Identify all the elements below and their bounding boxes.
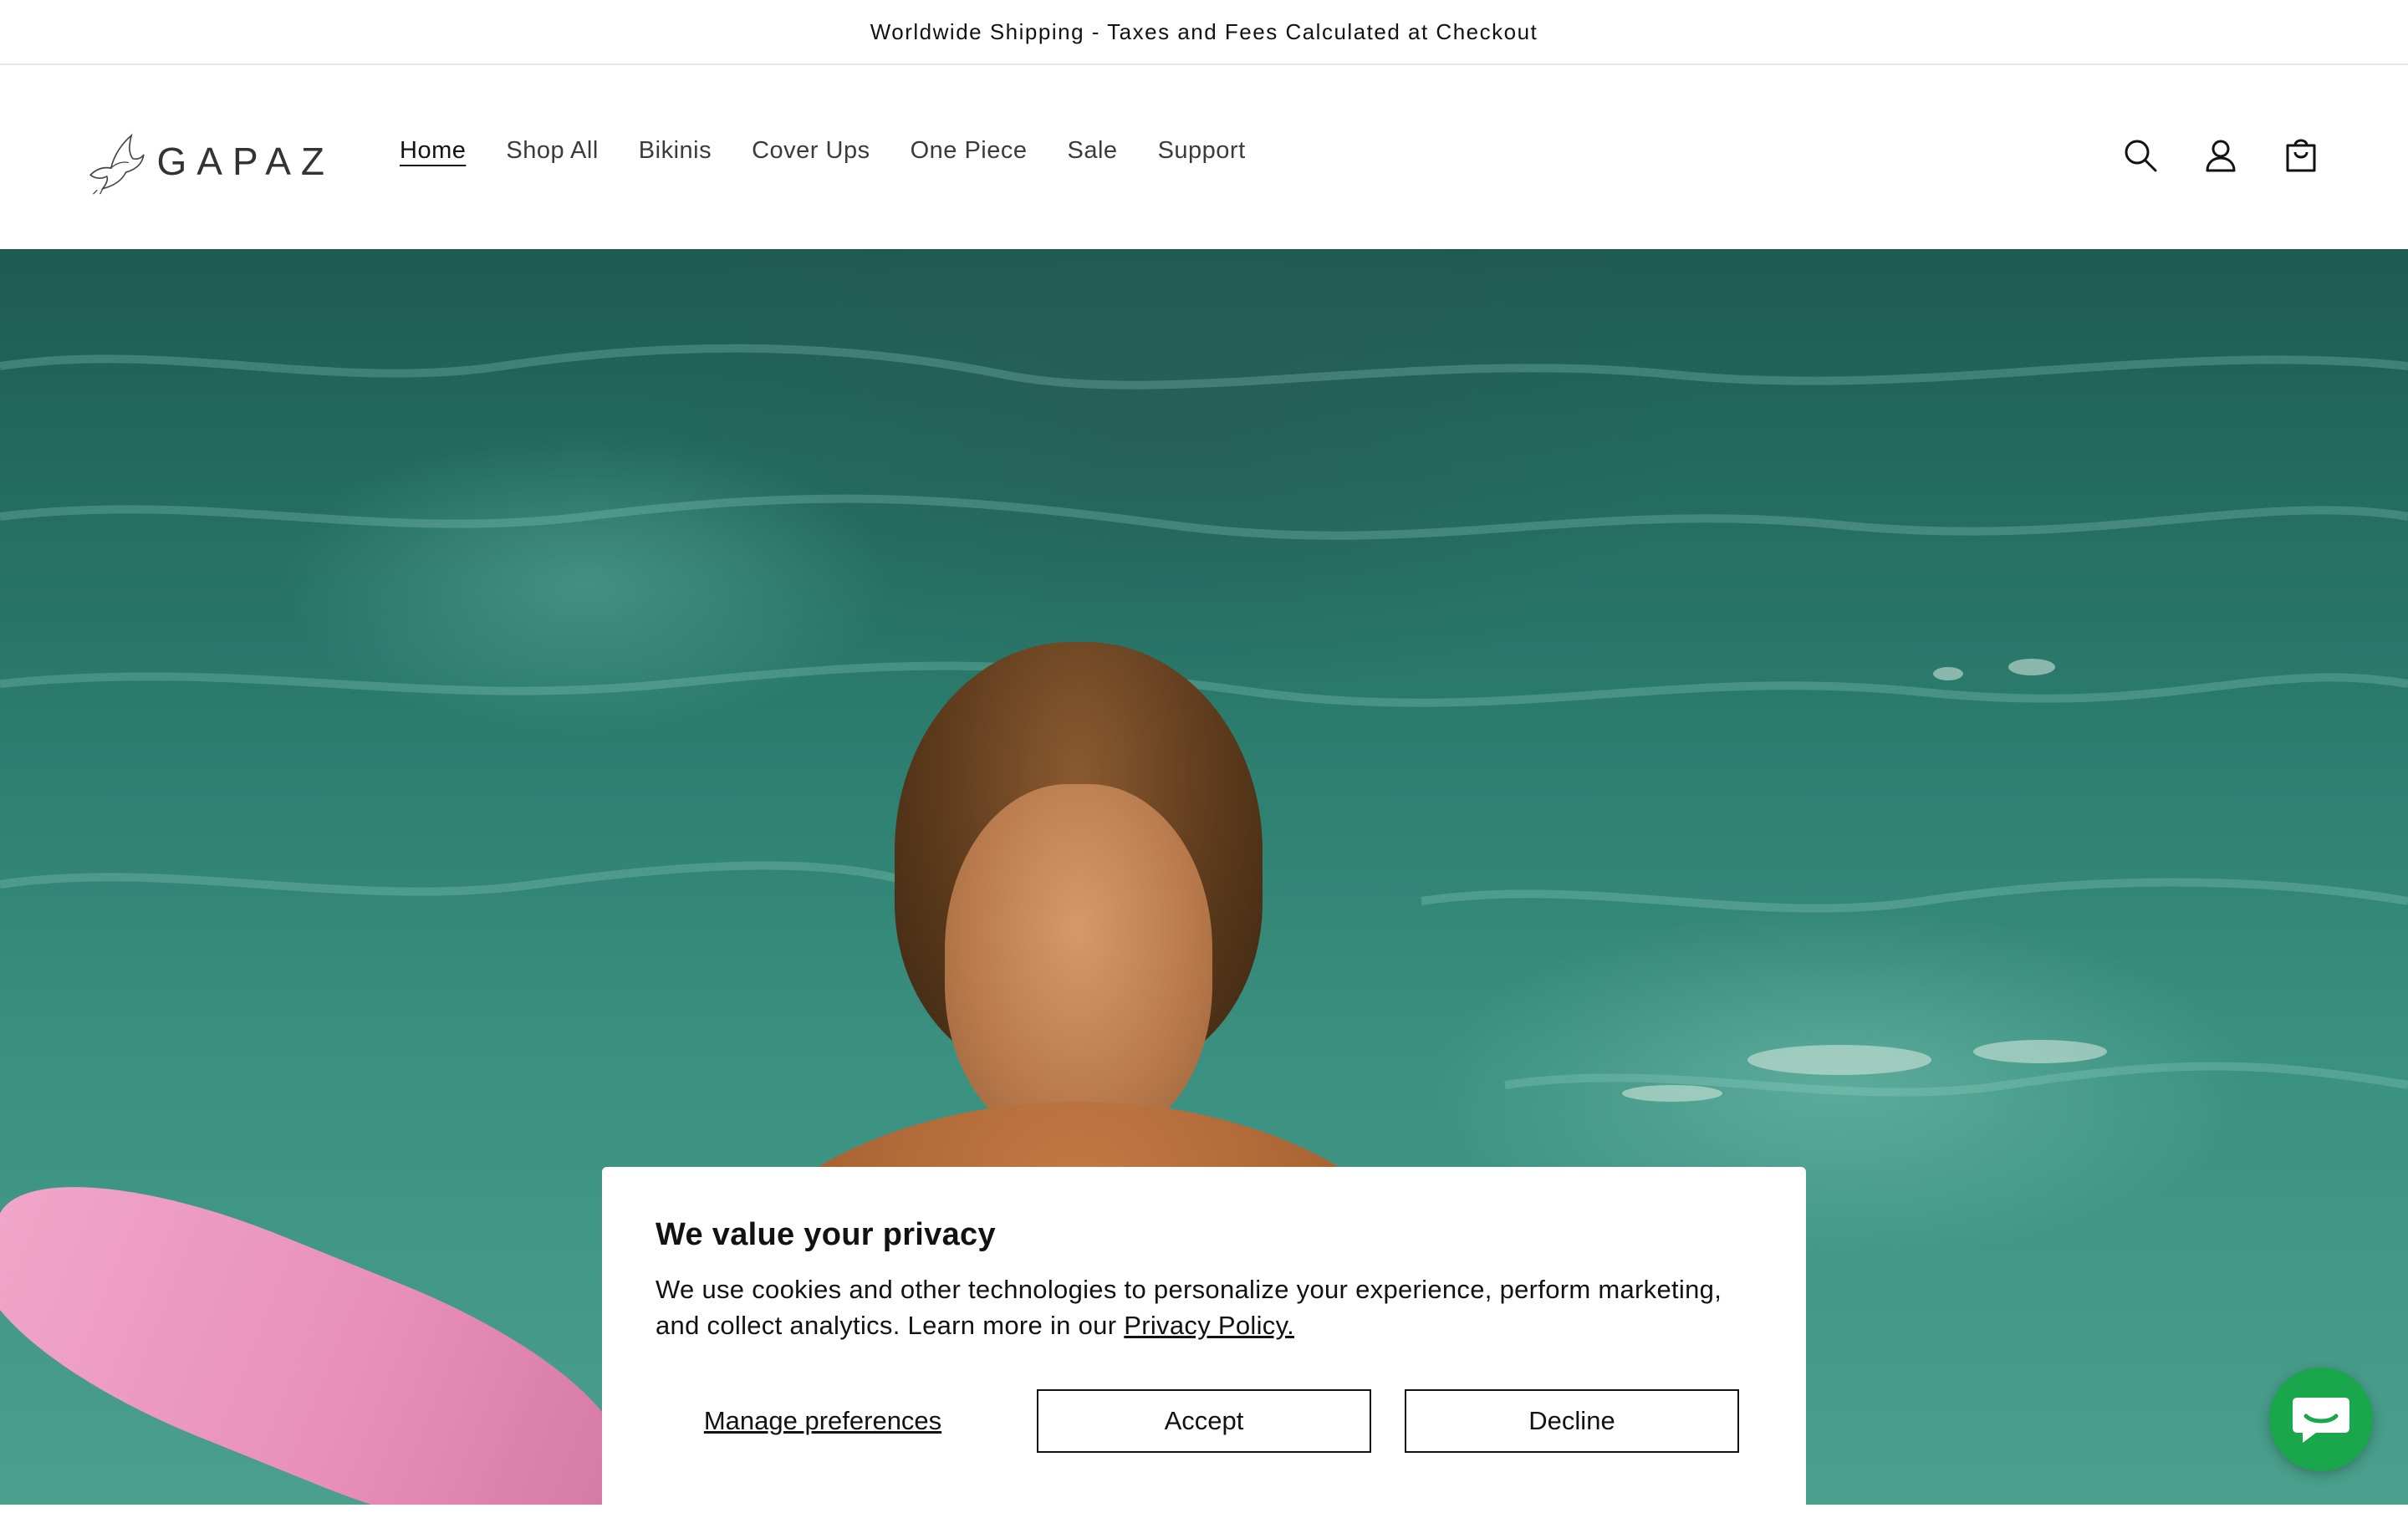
nav-item-home[interactable]: Home [400,137,466,165]
dove-logo-icon [89,133,145,195]
nav-item-sale[interactable]: Sale [1068,137,1118,165]
cookie-title: We value your privacy [656,1217,996,1252]
chat-button[interactable] [2269,1368,2373,1471]
logo-text: GAPAZ [156,140,334,183]
decline-button[interactable]: Decline [1405,1389,1739,1453]
nav-item-support[interactable]: Support [1158,137,1246,165]
nav-item-cover-ups[interactable]: Cover Ups [752,137,870,165]
person-face [945,784,1212,1144]
account-button[interactable] [2197,132,2244,179]
announcement-text: Worldwide Shipping - Taxes and Fees Calc… [870,18,1538,44]
nav-item-shop-all[interactable]: Shop All [506,137,598,165]
announcement-bar: Worldwide Shipping - Taxes and Fees Calc… [0,0,2408,65]
cookie-message: We use cookies and other technologies to… [656,1271,1752,1343]
nav-item-bikinis[interactable]: Bikinis [639,137,712,165]
manage-preferences-button[interactable]: Manage preferences [656,1406,990,1436]
privacy-policy-link[interactable]: Privacy Policy. [1124,1311,1294,1340]
cookie-actions: Manage preferences Accept Decline [656,1389,1773,1453]
chat-bubble-icon [2293,1398,2349,1443]
accept-button[interactable]: Accept [1037,1389,1371,1453]
cart-icon [2286,139,2316,172]
cart-button[interactable] [2278,132,2324,179]
logo[interactable]: GAPAZ [84,115,334,207]
site-header: GAPAZ Home Shop All Bikinis Cover Ups On… [0,65,2408,249]
nav-item-one-piece[interactable]: One Piece [911,137,1028,165]
search-icon [2125,140,2157,172]
header-icons [2117,132,2324,179]
search-button[interactable] [2117,132,2164,179]
main-nav: Home Shop All Bikinis Cover Ups One Piec… [400,137,1286,165]
account-icon [2206,140,2236,172]
cookie-banner: We value your privacy We use cookies and… [602,1167,1806,1518]
